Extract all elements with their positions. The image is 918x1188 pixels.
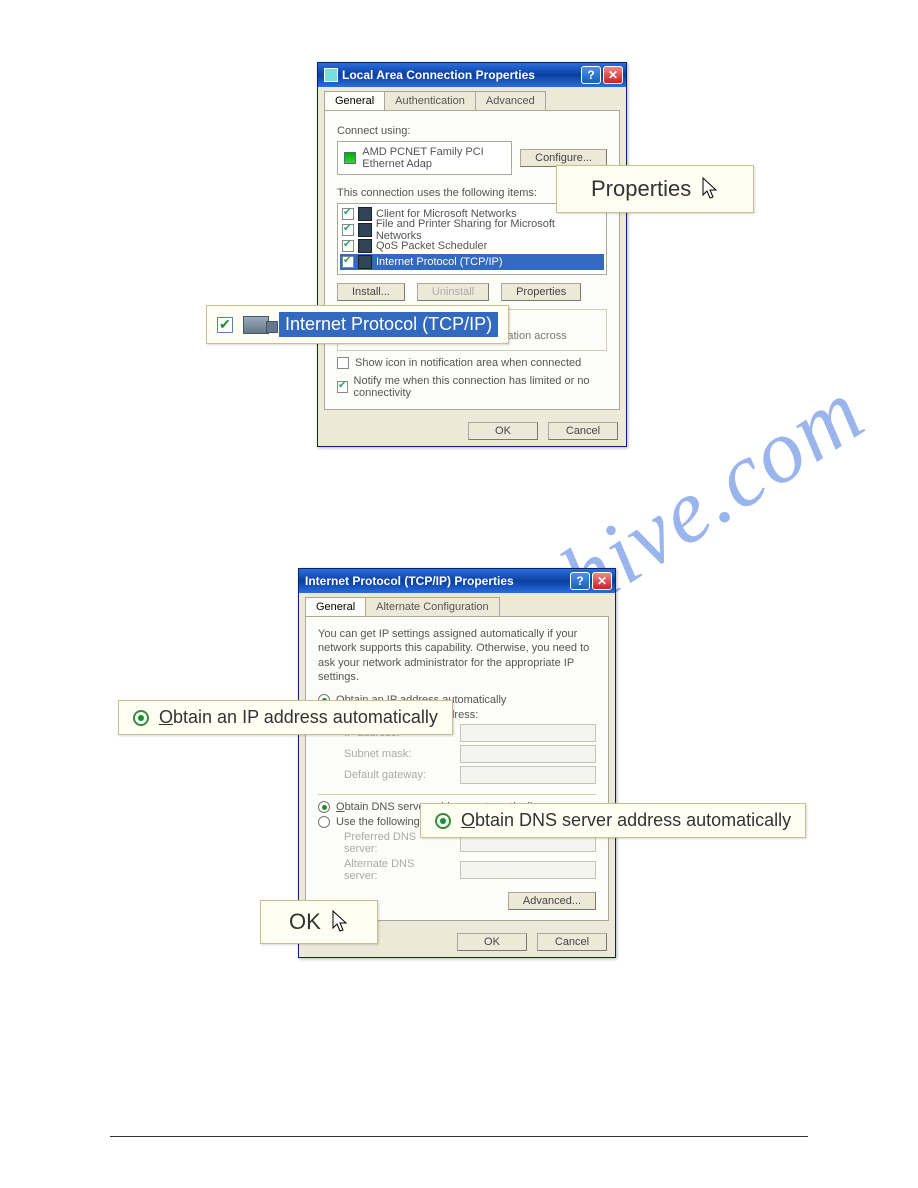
help-button[interactable]: ? — [570, 572, 590, 590]
intro-text: You can get IP settings assigned automat… — [318, 627, 596, 684]
radio-use-dns[interactable] — [318, 816, 330, 828]
connect-using-label: Connect using: — [337, 125, 607, 137]
mask-label: Subnet mask: — [344, 748, 450, 760]
lan-properties-window: Local Area Connection Properties ? ✕ Gen… — [317, 62, 627, 447]
list-item[interactable]: File and Printer Sharing for Microsoft N… — [340, 222, 604, 238]
callout-obtain-ip-label: Obtain an IP address automatically — [159, 707, 438, 728]
radio-obtain-dns[interactable] — [318, 801, 330, 813]
checkbox-icon — [217, 317, 233, 333]
item-label: File and Printer Sharing for Microsoft N… — [376, 218, 602, 242]
service-icon — [358, 239, 372, 253]
checkbox[interactable] — [342, 224, 354, 236]
footer-divider — [110, 1136, 808, 1137]
service-icon — [358, 223, 372, 237]
checkbox[interactable] — [342, 240, 354, 252]
help-button[interactable]: ? — [581, 66, 601, 84]
tab-authentication[interactable]: Authentication — [384, 91, 476, 110]
callout-properties-label: Properties — [591, 176, 691, 202]
ok-button[interactable]: OK — [457, 933, 527, 951]
ok-button[interactable]: OK — [468, 422, 538, 440]
service-icon — [358, 207, 372, 221]
tab-general[interactable]: General — [324, 91, 385, 110]
mask-input — [460, 745, 596, 763]
tab-advanced[interactable]: Advanced — [475, 91, 546, 110]
item-label: QoS Packet Scheduler — [376, 240, 487, 252]
notify-label: Notify me when this connection has limit… — [354, 375, 607, 399]
protocol-icon — [358, 255, 372, 269]
window-title: Internet Protocol (TCP/IP) Properties — [305, 569, 514, 593]
checkbox[interactable] — [342, 208, 354, 220]
install-button[interactable]: Install... — [337, 283, 405, 301]
radio-icon — [133, 710, 149, 726]
close-button[interactable]: ✕ — [603, 66, 623, 84]
window-title: Local Area Connection Properties — [342, 63, 535, 87]
tab-general[interactable]: General — [305, 597, 366, 616]
adapter-icon — [344, 152, 356, 164]
callout-tcpip: Internet Protocol (TCP/IP) — [206, 305, 509, 344]
notify-checkbox[interactable] — [337, 381, 348, 393]
window-icon — [324, 68, 338, 82]
cursor-icon — [331, 910, 349, 934]
callout-obtain-dns: Obtain DNS server address automatically — [420, 803, 806, 838]
ip-input — [460, 724, 596, 742]
list-item-selected[interactable]: Internet Protocol (TCP/IP) — [340, 254, 604, 270]
radio-icon — [435, 813, 451, 829]
titlebar[interactable]: Local Area Connection Properties ? ✕ — [318, 63, 626, 87]
items-list[interactable]: Client for Microsoft Networks File and P… — [337, 203, 607, 275]
properties-button[interactable]: Properties — [501, 283, 581, 301]
callout-ok-label: OK — [289, 909, 321, 935]
callout-ok: OK — [260, 900, 378, 944]
titlebar[interactable]: Internet Protocol (TCP/IP) Properties ? … — [299, 569, 615, 593]
dns2-input — [460, 861, 596, 879]
callout-obtain-dns-label: Obtain DNS server address automatically — [461, 810, 791, 831]
gateway-input — [460, 766, 596, 784]
uninstall-button: Uninstall — [417, 283, 489, 301]
show-icon-label: Show icon in notification area when conn… — [355, 357, 581, 369]
show-icon-checkbox[interactable] — [337, 357, 349, 369]
dns2-label: Alternate DNS server: — [344, 858, 450, 882]
cancel-button[interactable]: Cancel — [537, 933, 607, 951]
cancel-button[interactable]: Cancel — [548, 422, 618, 440]
tab-alternate[interactable]: Alternate Configuration — [365, 597, 500, 616]
advanced-button[interactable]: Advanced... — [508, 892, 596, 910]
item-label: Internet Protocol (TCP/IP) — [376, 256, 503, 268]
close-button[interactable]: ✕ — [592, 572, 612, 590]
gateway-label: Default gateway: — [344, 769, 450, 781]
network-icon — [243, 316, 269, 334]
cursor-icon — [701, 177, 719, 201]
callout-obtain-ip: Obtain an IP address automatically — [118, 700, 453, 735]
callout-properties: Properties — [556, 165, 754, 213]
adapter-name: AMD PCNET Family PCI Ethernet Adap — [362, 146, 505, 170]
callout-tcpip-label: Internet Protocol (TCP/IP) — [279, 312, 498, 337]
checkbox[interactable] — [342, 256, 354, 268]
